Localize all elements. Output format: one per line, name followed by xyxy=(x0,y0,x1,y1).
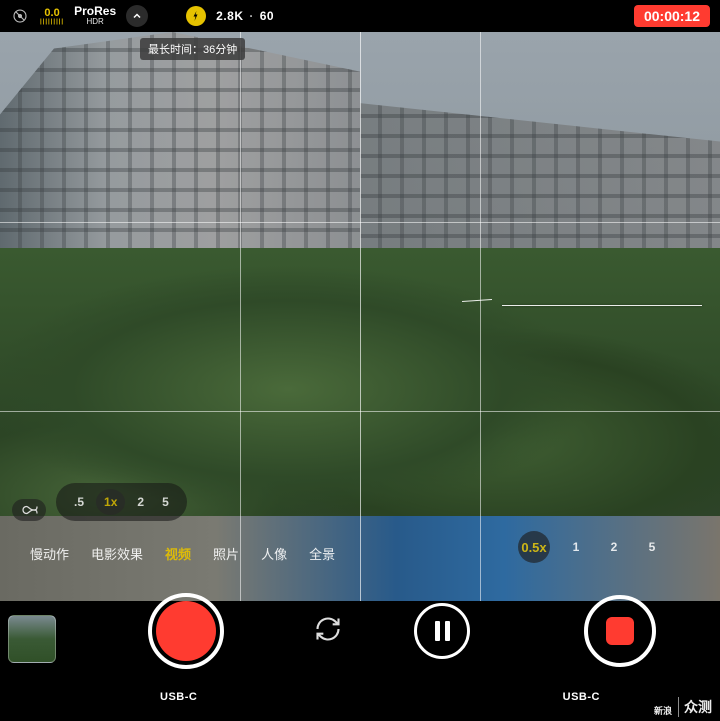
watermark: 新浪 众测 xyxy=(654,697,712,717)
record-indicator-icon xyxy=(156,601,216,661)
zoom-right-2x[interactable]: 2 xyxy=(602,535,626,559)
top-bar: 0.0 ||||||||| ProRes HDR 2.8K · 60 00:00… xyxy=(0,0,720,32)
camera-flip-button[interactable] xyxy=(312,613,344,645)
split-divider xyxy=(360,32,361,601)
watermark-brand: 众测 xyxy=(684,697,712,717)
zoom-0.5x[interactable]: .5 xyxy=(68,491,90,513)
fps-label: 60 xyxy=(260,9,274,23)
mode-video[interactable]: 视频 xyxy=(165,544,191,563)
stop-button-right[interactable] xyxy=(584,595,656,667)
resolution-fps[interactable]: 2.8K · 60 xyxy=(216,9,274,23)
stop-indicator-icon xyxy=(606,617,634,645)
exposure-value[interactable]: 0.0 ||||||||| xyxy=(40,8,64,25)
watermark-divider xyxy=(678,697,679,717)
codec-sub-label: HDR xyxy=(86,18,103,27)
zoom-right-5x[interactable]: 5 xyxy=(640,535,664,559)
watermark-brand-small: 新浪 xyxy=(654,707,672,716)
resolution-label: 2.8K xyxy=(216,9,243,23)
horizon-level-indicator xyxy=(502,305,702,306)
mode-cinematic[interactable]: 电影效果 xyxy=(91,544,143,563)
pause-button[interactable] xyxy=(414,603,470,659)
mode-pano[interactable]: 全景 xyxy=(309,544,335,563)
bottom-controls xyxy=(0,571,720,681)
mode-slowmo[interactable]: 慢动作 xyxy=(30,544,69,563)
zoom-selector-right[interactable]: 0.5x 1 2 5 xyxy=(518,531,664,563)
settings-icon[interactable] xyxy=(10,6,30,26)
recording-timer: 00:00:12 xyxy=(634,5,710,27)
infinity-focus-icon[interactable] xyxy=(12,499,46,521)
pause-icon xyxy=(435,621,440,641)
expand-controls-button[interactable] xyxy=(126,5,148,27)
zoom-2x[interactable]: 2 xyxy=(131,491,150,513)
zoom-selector-left[interactable]: .5 1x 2 5 xyxy=(56,483,187,521)
max-recording-time-label: 最长时间：36分钟 xyxy=(140,38,245,60)
action-mode-icon[interactable] xyxy=(186,6,206,26)
pause-icon xyxy=(445,621,450,641)
mode-photo[interactable]: 照片 xyxy=(213,544,239,563)
exposure-value-text: 0.0 xyxy=(44,8,59,19)
exposure-ticks: ||||||||| xyxy=(40,19,64,25)
bottom-label-row: USB-C USB-C xyxy=(0,691,720,713)
last-capture-thumbnail[interactable] xyxy=(8,615,56,663)
codec-indicator[interactable]: ProRes HDR xyxy=(74,5,116,27)
zoom-1x[interactable]: 1x xyxy=(96,489,125,515)
storage-label-right: USB-C xyxy=(563,691,600,703)
mode-portrait[interactable]: 人像 xyxy=(261,544,287,563)
zoom-5x[interactable]: 5 xyxy=(156,491,175,513)
zoom-right-1x[interactable]: 1 xyxy=(564,535,588,559)
zoom-right-0.5x[interactable]: 0.5x xyxy=(518,531,550,563)
storage-label-left: USB-C xyxy=(160,691,197,703)
separator-dot: · xyxy=(249,9,254,23)
camera-mode-rail[interactable]: 慢动作 电影效果 视频 照片 人像 全景 xyxy=(30,544,335,563)
record-button-left[interactable] xyxy=(148,593,224,669)
